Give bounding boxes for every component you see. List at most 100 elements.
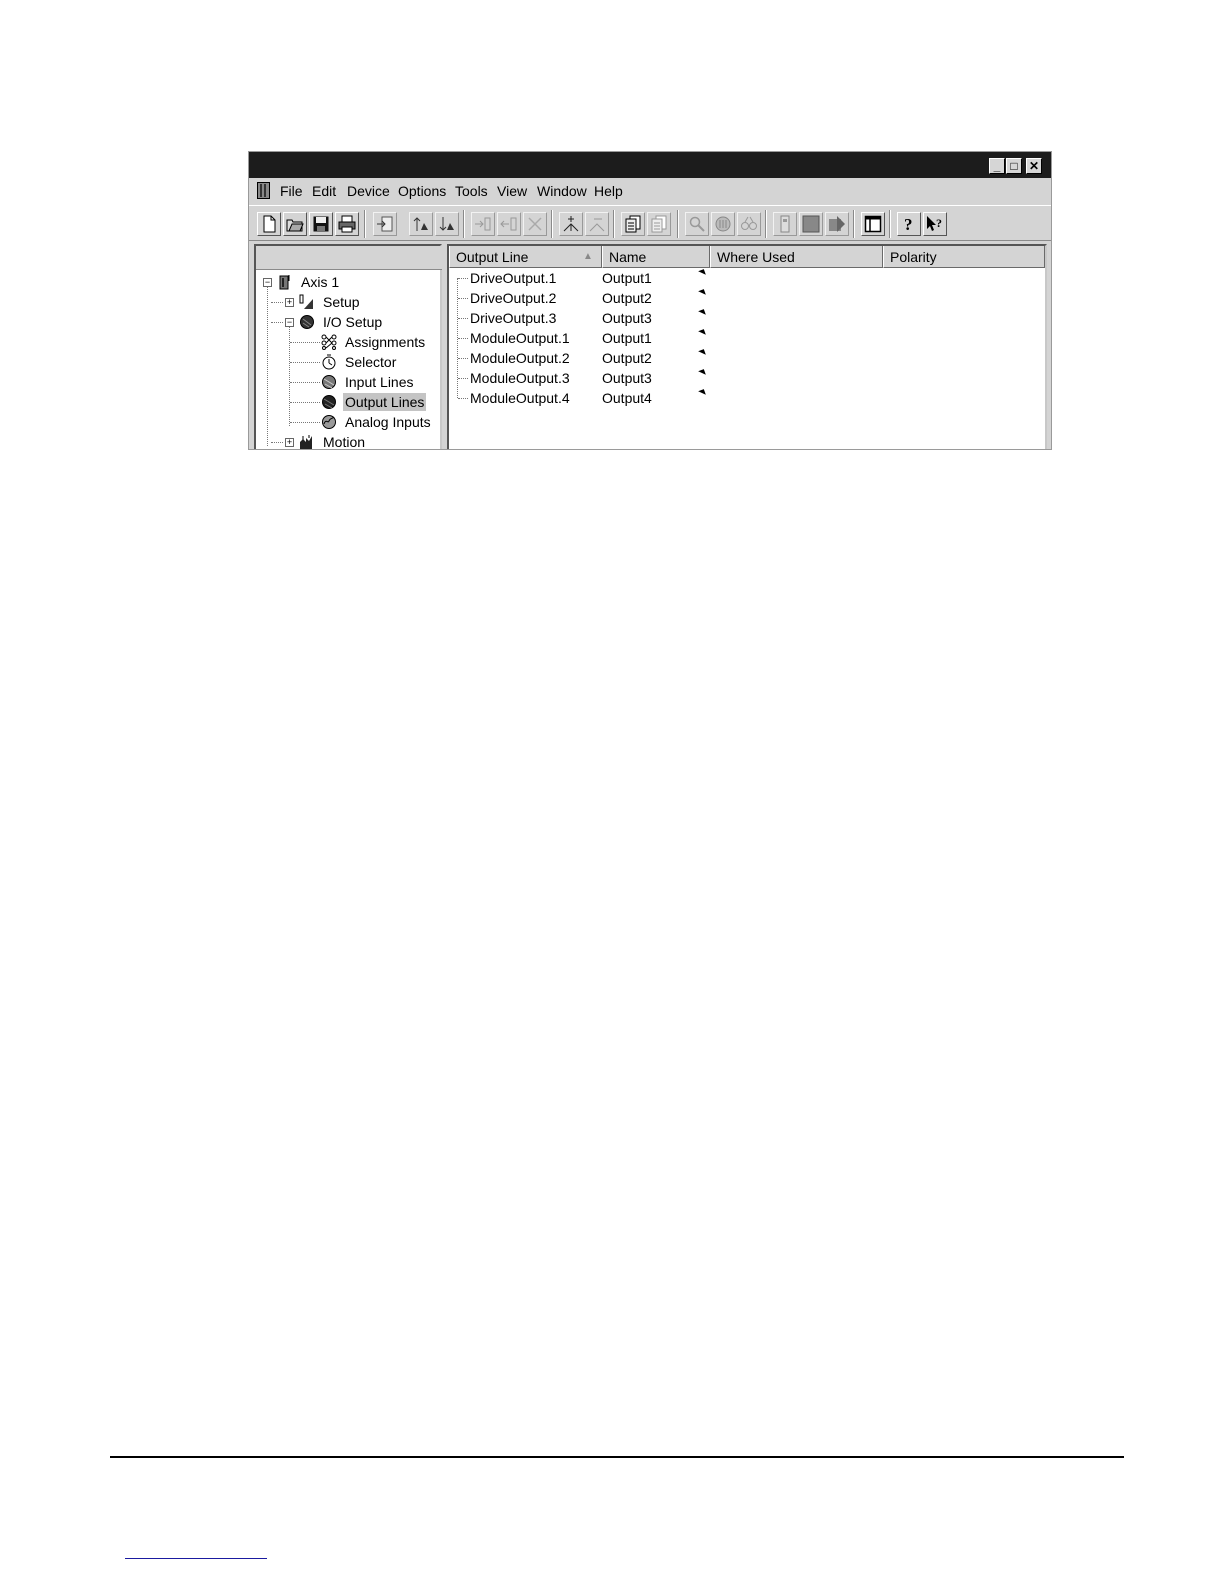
title-bar[interactable]: _ □ ✕ (249, 152, 1051, 178)
tree-connector (267, 286, 268, 446)
move-up-button[interactable] (409, 212, 433, 236)
table-row[interactable]: DriveOutput.1 Output1 (449, 268, 1045, 288)
menu-file[interactable]: File (280, 183, 303, 199)
remove-node-icon (589, 218, 605, 232)
run-icon (829, 216, 845, 232)
cell-name[interactable]: Output3 (602, 308, 652, 328)
toolbar-separator (463, 210, 465, 238)
copy-icon (625, 215, 641, 233)
cell-name[interactable]: Output1 (602, 268, 652, 288)
dropdown-marker-icon[interactable] (698, 369, 706, 377)
dropdown-marker-icon[interactable] (698, 309, 706, 317)
cell-output-line: DriveOutput.3 (470, 310, 557, 326)
window-close-button[interactable]: ✕ (1026, 158, 1042, 174)
open-icon (286, 219, 304, 232)
save-button[interactable] (309, 212, 333, 236)
column-header-where-used[interactable]: Where Used (710, 246, 883, 268)
stop-button[interactable] (799, 212, 823, 236)
column-header-output-line[interactable]: Output Line ▲ (449, 246, 602, 268)
menu-tools[interactable]: Tools (455, 183, 488, 199)
menu-view[interactable]: View (497, 183, 527, 199)
cell-name[interactable]: Output4 (602, 388, 652, 408)
stop-icon (802, 215, 820, 233)
new-button[interactable] (257, 212, 281, 236)
move-down-button[interactable] (435, 212, 459, 236)
tree-connector (271, 322, 283, 323)
toolbar-separator (889, 210, 891, 238)
list-connector (458, 278, 468, 279)
dropdown-marker-icon[interactable] (698, 289, 706, 297)
list-connector (458, 358, 468, 359)
add-node-button[interactable] (559, 212, 583, 236)
add-node-icon (563, 216, 579, 232)
device-button[interactable] (773, 212, 797, 236)
insert-left-button[interactable] (497, 212, 521, 236)
app-document-icon[interactable] (257, 182, 270, 199)
context-help-button[interactable]: ? (923, 212, 947, 236)
assignments-icon (321, 334, 337, 350)
menu-device[interactable]: Device (347, 183, 390, 199)
list-pane[interactable]: Output Line ▲ Name Where Used Polarity D… (447, 244, 1047, 449)
dropdown-marker-icon[interactable] (698, 329, 706, 337)
cell-name[interactable]: Output1 (602, 328, 652, 348)
paste-button[interactable] (647, 212, 671, 236)
insert-right-button[interactable] (471, 212, 495, 236)
remove-node-button[interactable] (585, 212, 609, 236)
monitor-button[interactable] (711, 212, 735, 236)
tree-connector (290, 342, 320, 343)
window-minimize-button[interactable]: _ (989, 158, 1005, 174)
cell-name[interactable]: Output3 (602, 368, 652, 388)
cell-name[interactable]: Output2 (602, 288, 652, 308)
column-header-polarity[interactable]: Polarity (883, 246, 1045, 268)
layout-button[interactable] (861, 212, 885, 236)
toolbar-separator (677, 210, 679, 238)
tree-expander-io-setup[interactable]: − (285, 318, 294, 327)
menu-help[interactable]: Help (594, 183, 623, 199)
zoom-icon (689, 216, 705, 232)
menu-options[interactable]: Options (398, 183, 446, 199)
tree-connector (289, 326, 290, 426)
print-button[interactable] (335, 212, 359, 236)
menu-window[interactable]: Window (537, 183, 587, 199)
save-icon (313, 216, 329, 232)
io-setup-icon (300, 315, 314, 329)
dropdown-marker-icon[interactable] (698, 269, 706, 277)
tree-item-label: Input Lines (345, 374, 414, 390)
cell-output-line: ModuleOutput.1 (470, 330, 570, 346)
new-icon (263, 215, 276, 233)
tree-item-label: Output Lines (343, 393, 427, 411)
oscilloscope-button[interactable] (737, 212, 761, 236)
delete-icon (528, 217, 542, 231)
copy-button[interactable] (621, 212, 645, 236)
print-icon (338, 215, 356, 233)
tree-expander-motion[interactable]: + (285, 438, 294, 447)
tree-connector (290, 362, 320, 363)
table-row[interactable]: DriveOutput.3 Output3 (449, 308, 1045, 328)
menu-edit[interactable]: Edit (312, 183, 336, 199)
help-button[interactable]: ? (897, 212, 921, 236)
delete-button[interactable] (523, 212, 547, 236)
table-row[interactable]: ModuleOutput.1 Output1 (449, 328, 1045, 348)
dropdown-marker-icon[interactable] (698, 389, 706, 397)
table-row[interactable]: ModuleOutput.4 Output4 (449, 388, 1045, 408)
list-connector (458, 398, 468, 399)
table-row[interactable]: DriveOutput.2 Output2 (449, 288, 1045, 308)
run-button[interactable] (825, 212, 849, 236)
drive-icon (279, 275, 290, 290)
upload-button[interactable] (373, 212, 397, 236)
dropdown-marker-icon[interactable] (698, 349, 706, 357)
table-row[interactable]: ModuleOutput.2 Output2 (449, 348, 1045, 368)
window-maximize-button[interactable]: □ (1006, 158, 1022, 174)
tree-item-label: Motion (323, 434, 366, 450)
tree-expander-axis-1[interactable]: − (263, 278, 272, 287)
zoom-button[interactable] (685, 212, 709, 236)
tree-expander-setup[interactable]: + (285, 298, 294, 307)
tree-connector (290, 402, 320, 403)
table-row[interactable]: ModuleOutput.3 Output3 (449, 368, 1045, 388)
column-header-name[interactable]: Name (602, 246, 710, 268)
open-button[interactable] (283, 212, 307, 236)
tree-connector (271, 302, 283, 303)
footer-link-underline[interactable] (125, 1558, 267, 1559)
tree-pane[interactable]: − Axis 1 + Setup − I/O Setup Assignments… (254, 244, 442, 450)
cell-name[interactable]: Output2 (602, 348, 652, 368)
